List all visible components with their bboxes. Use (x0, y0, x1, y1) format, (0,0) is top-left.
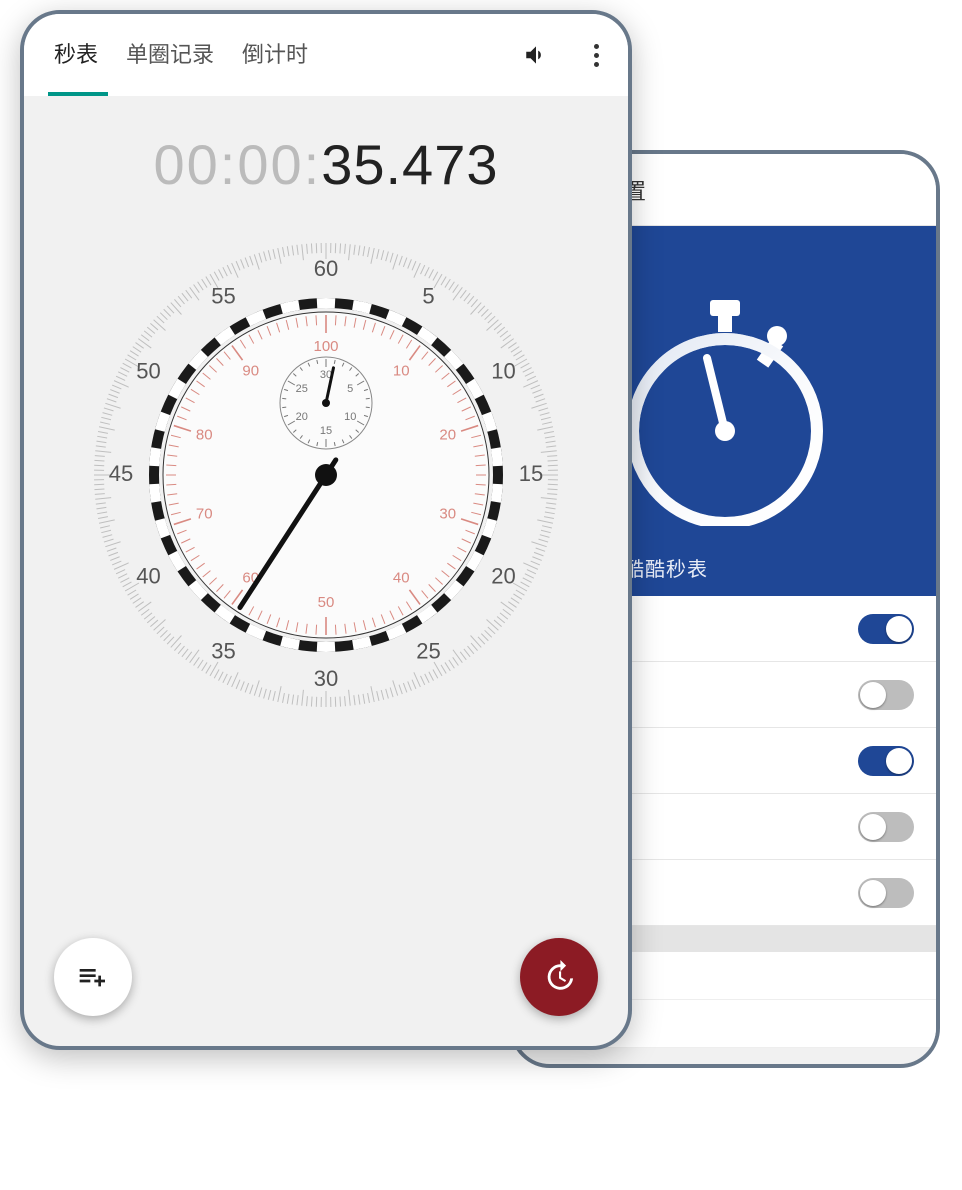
analog-dial: 6051015202530354045505510010203040506070… (86, 235, 566, 715)
svg-text:30: 30 (439, 506, 456, 523)
tab-indicator (48, 92, 108, 96)
svg-text:25: 25 (416, 638, 440, 663)
svg-text:40: 40 (393, 570, 410, 587)
tab-laps[interactable]: 单圈记录 (126, 37, 214, 73)
svg-text:100: 100 (313, 338, 338, 355)
reset-button[interactable] (520, 938, 598, 1016)
svg-text:20: 20 (439, 426, 456, 443)
svg-text:55: 55 (211, 283, 235, 308)
svg-text:60: 60 (314, 256, 338, 281)
svg-text:40: 40 (136, 563, 160, 588)
svg-text:35: 35 (211, 638, 235, 663)
more-menu-icon[interactable] (582, 41, 610, 69)
svg-text:10: 10 (393, 362, 410, 379)
svg-text:25: 25 (296, 383, 308, 395)
lap-add-button[interactable] (54, 938, 132, 1016)
svg-text:70: 70 (196, 506, 213, 523)
time-display: 00:00:35.473 (24, 132, 628, 197)
svg-text:20: 20 (491, 563, 515, 588)
svg-text:50: 50 (136, 358, 160, 383)
tab-bar: 秒表 单圈记录 倒计时 (54, 37, 308, 73)
time-hhmm: 00:00: (154, 133, 322, 196)
toggle-1[interactable] (858, 680, 914, 710)
stopwatch-phone: 秒表 单圈记录 倒计时 00:00:35.473 60 5 10 15 20 25 30 35… (20, 10, 632, 1050)
toggle-3[interactable] (858, 812, 914, 842)
app-header: 秒表 单圈记录 倒计时 (24, 14, 628, 96)
svg-text:5: 5 (347, 383, 353, 395)
playlist-add-icon (77, 961, 109, 993)
time-seconds: 35.473 (321, 133, 498, 196)
svg-text:90: 90 (242, 362, 259, 379)
tab-countdown[interactable]: 倒计时 (242, 37, 308, 73)
svg-text:30: 30 (314, 666, 338, 691)
svg-text:15: 15 (320, 425, 332, 437)
svg-text:10: 10 (344, 411, 356, 423)
history-icon (542, 960, 576, 994)
svg-text:15: 15 (519, 461, 543, 486)
svg-text:10: 10 (491, 358, 515, 383)
toggle-0[interactable] (858, 614, 914, 644)
svg-text:80: 80 (196, 426, 213, 443)
toggle-2[interactable] (858, 746, 914, 776)
stopwatch-large-icon (625, 296, 825, 526)
svg-text:45: 45 (109, 461, 133, 486)
toggle-4[interactable] (858, 878, 914, 908)
svg-text:50: 50 (318, 594, 335, 611)
app-name-label: 酷酷秒表 (624, 553, 708, 582)
svg-text:5: 5 (422, 283, 434, 308)
volume-icon[interactable] (522, 41, 550, 69)
svg-text:20: 20 (296, 411, 308, 423)
tab-stopwatch[interactable]: 秒表 (54, 37, 98, 73)
